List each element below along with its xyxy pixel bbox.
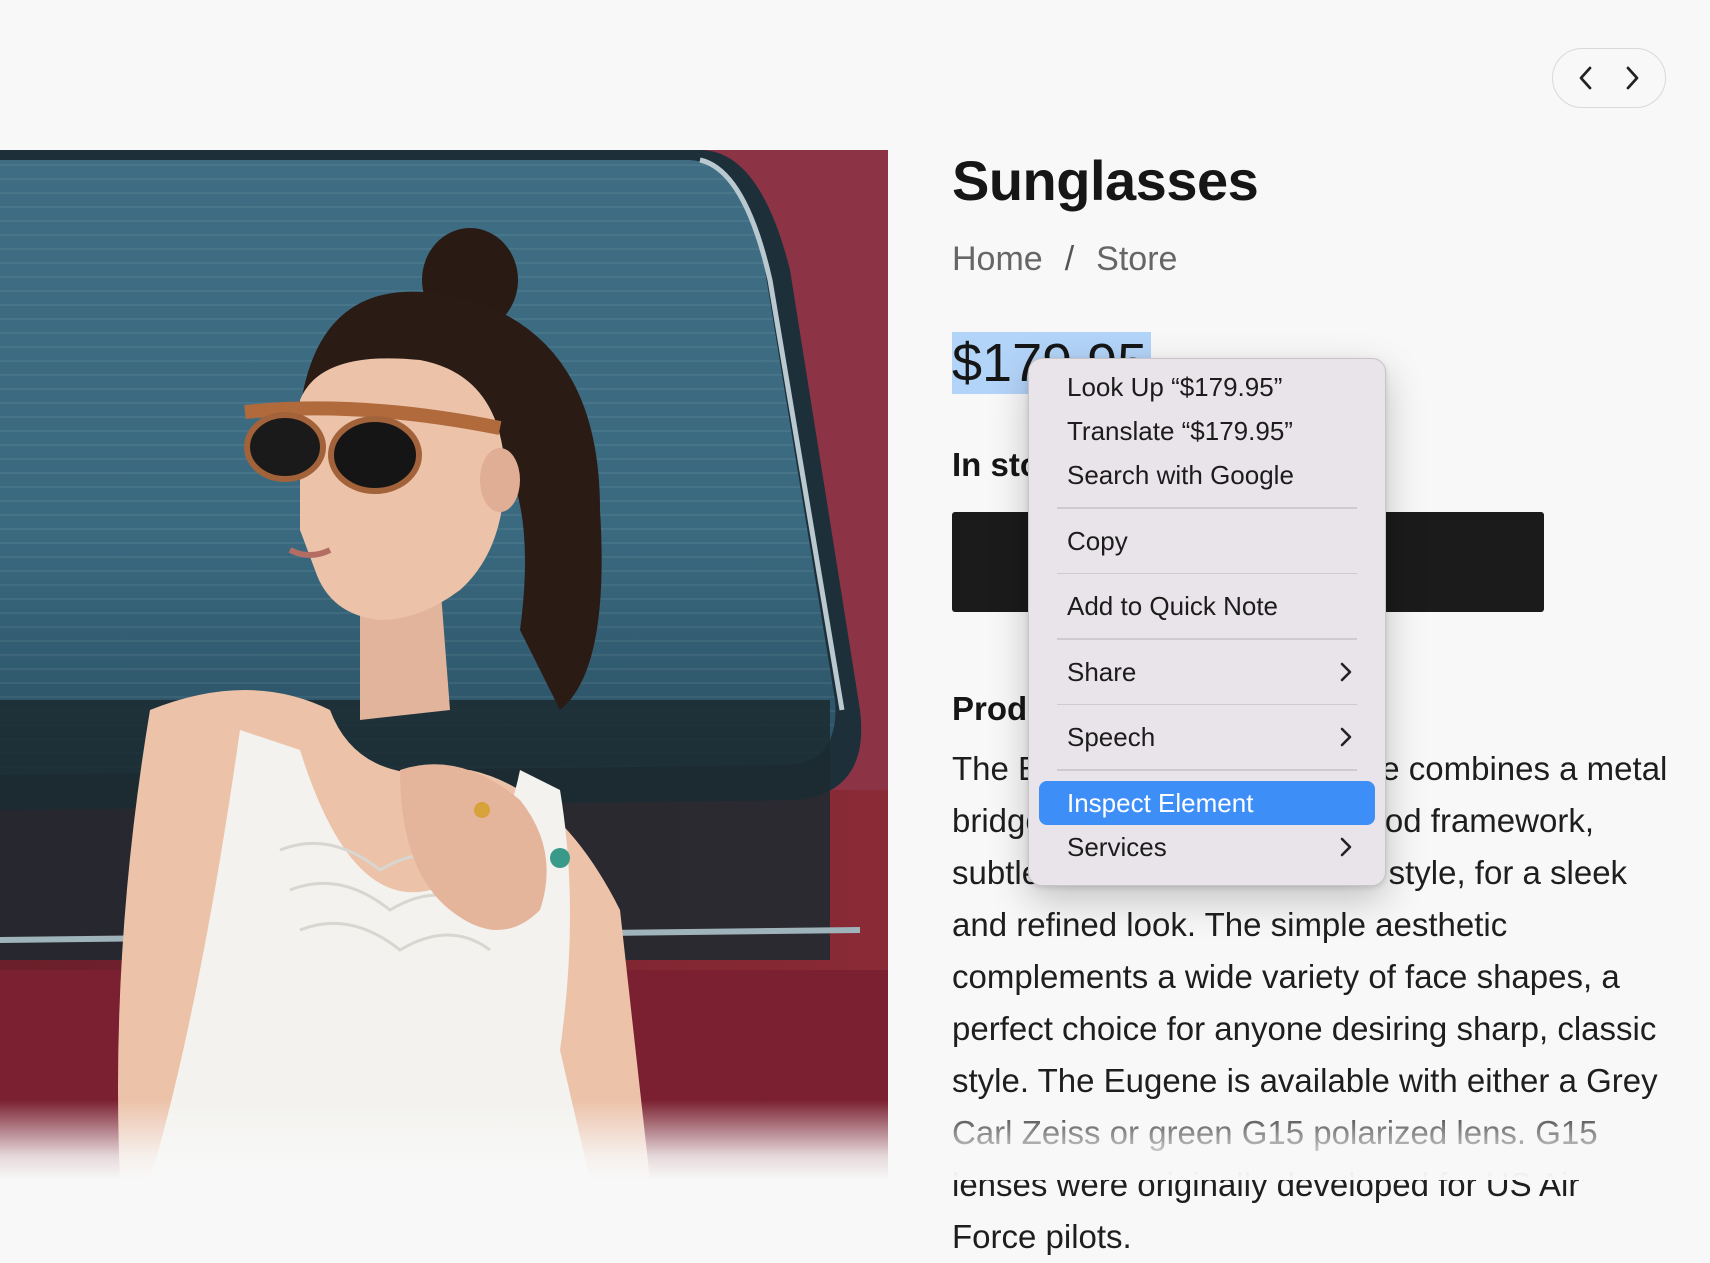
chevron-right-icon: [1340, 662, 1352, 681]
menu-item-label: Look Up “$179.95”: [1067, 372, 1283, 402]
product-photo: [0, 150, 888, 1180]
context-menu: Look Up “$179.95” Translate “$179.95” Se…: [1028, 358, 1386, 886]
menu-item-label: Share: [1067, 656, 1137, 687]
breadcrumb-separator: /: [1064, 240, 1075, 278]
menu-item-add-quick-note[interactable]: Add to Quick Note: [1039, 584, 1375, 628]
menu-item-label: Copy: [1067, 525, 1128, 556]
menu-item-label: Inspect Element: [1067, 787, 1254, 818]
menu-item-label: Translate “$179.95”: [1067, 416, 1293, 446]
menu-separator: [1057, 638, 1357, 640]
product-pager: [1552, 48, 1666, 108]
menu-item-label: Add to Quick Note: [1067, 591, 1278, 621]
menu-separator: [1057, 769, 1357, 771]
menu-item-services[interactable]: Services: [1039, 825, 1375, 869]
product-title: Sunglasses: [952, 149, 1259, 212]
menu-item-search-google[interactable]: Search with Google: [1039, 453, 1375, 497]
menu-item-label: Services: [1067, 831, 1167, 862]
chevron-right-icon: [1340, 727, 1352, 747]
menu-item-inspect-element[interactable]: Inspect Element: [1039, 780, 1375, 825]
menu-separator: [1057, 703, 1357, 705]
chevron-right-icon: [1340, 837, 1352, 856]
menu-item-label: Search with Google: [1067, 460, 1294, 490]
menu-item-label: Speech: [1067, 722, 1156, 752]
menu-item-speech[interactable]: Speech: [1039, 715, 1375, 759]
chevron-left-icon: [1579, 66, 1592, 90]
prev-product-button[interactable]: [1566, 58, 1606, 98]
menu-item-share[interactable]: Share: [1039, 650, 1375, 694]
breadcrumb-home-link[interactable]: Home: [952, 240, 1043, 279]
chevron-right-icon: [1626, 66, 1639, 90]
menu-item-look-up[interactable]: Look Up “$179.95”: [1039, 365, 1375, 409]
menu-item-translate[interactable]: Translate “$179.95”: [1039, 409, 1375, 453]
menu-separator: [1057, 507, 1357, 509]
next-product-button[interactable]: [1612, 58, 1652, 98]
breadcrumb: Home / Store: [952, 240, 1177, 279]
menu-separator: [1057, 572, 1357, 574]
breadcrumb-store-link[interactable]: Store: [1096, 240, 1177, 279]
menu-item-copy[interactable]: Copy: [1039, 519, 1375, 563]
